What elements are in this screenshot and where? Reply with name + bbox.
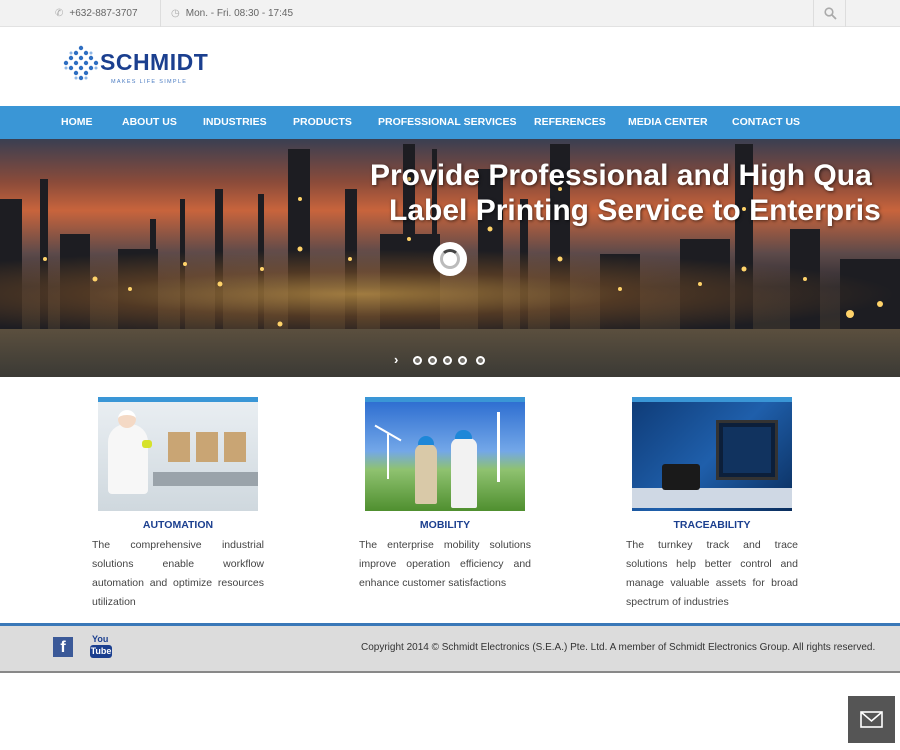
conveyor-belt xyxy=(153,472,258,486)
facebook-icon[interactable]: f xyxy=(53,637,73,657)
search-button[interactable] xyxy=(813,0,846,27)
logo-diamond-icon xyxy=(63,45,99,81)
nav-item-home[interactable]: HOME xyxy=(61,106,93,139)
phone-icon: ✆ xyxy=(55,8,64,19)
worker-glove xyxy=(142,440,152,448)
nav-item-about-us[interactable]: ABOUT US xyxy=(122,106,177,139)
wind-turbine xyxy=(387,434,389,479)
desk-phone xyxy=(662,464,700,490)
automation-image[interactable] xyxy=(98,397,258,511)
clock-icon: ◷ xyxy=(171,8,180,19)
youtube-tube-text: Tube xyxy=(90,645,112,658)
envelope-icon xyxy=(860,711,883,728)
worker-head xyxy=(118,410,136,428)
nav-item-contact-us[interactable]: CONTACT US xyxy=(732,106,800,139)
worker-figure xyxy=(108,424,148,494)
monitor-figure xyxy=(716,420,778,480)
top-info-bar: ✆ +632-887-3707 ◷ Mon. - Fri. 08:30 - 17:4… xyxy=(0,0,900,27)
site-header: SCHMIDT MAKES LIFE SIMPLE xyxy=(0,27,900,106)
feature-title[interactable]: MOBILITY xyxy=(359,519,531,531)
hard-hat xyxy=(455,430,472,439)
carton-box xyxy=(196,432,218,462)
desk-surface xyxy=(632,488,792,508)
carton-box xyxy=(224,432,246,462)
traceability-image[interactable] xyxy=(632,397,792,511)
feature-description: The turnkey track and trace solutions he… xyxy=(626,539,798,608)
youtube-icon[interactable]: You Tube xyxy=(90,634,112,660)
engineer-figure xyxy=(451,438,477,508)
copyright-text: Copyright 2014 © Schmidt Electronics (S.… xyxy=(361,642,876,653)
contact-button[interactable] xyxy=(848,696,895,743)
hero-slider[interactable]: Provide Professional and High Qua Label … xyxy=(0,139,900,377)
hero-ground xyxy=(0,329,900,377)
logo-tagline: MAKES LIFE SIMPLE xyxy=(111,79,188,85)
phone-number: +632-887-3707 xyxy=(69,8,138,19)
nav-item-references[interactable]: REFERENCES xyxy=(534,106,606,139)
hard-hat xyxy=(418,436,434,445)
nav-item-media-center[interactable]: MEDIA CENTER xyxy=(628,106,708,139)
office-hours-text: Mon. - Fri. 08:30 - 17:45 xyxy=(185,8,294,19)
logo-wordmark: SCHMIDT xyxy=(100,49,209,75)
slider-dot-1[interactable] xyxy=(413,356,422,365)
carton-box xyxy=(168,432,190,462)
nav-item-professional-services[interactable]: PROFESSIONAL SERVICES xyxy=(378,106,516,139)
site-footer: f You Tube Copyright 2014 © Schmidt Elec… xyxy=(0,623,900,673)
schmidt-logo[interactable]: SCHMIDT MAKES LIFE SIMPLE xyxy=(62,44,208,90)
feature-title[interactable]: AUTOMATION xyxy=(92,519,264,531)
wind-turbine xyxy=(497,412,500,482)
slider-next-arrow-icon[interactable]: › xyxy=(394,352,398,367)
slider-dot-4[interactable] xyxy=(458,356,467,365)
engineer-figure xyxy=(415,444,437,504)
hero-headline-line1: Provide Professional and High Qua xyxy=(370,159,872,192)
slider-dot-5[interactable] xyxy=(476,356,485,365)
search-icon xyxy=(824,7,837,20)
hero-headline-line2: Label Printing Service to Enterpris xyxy=(389,194,881,227)
feature-title[interactable]: TRACEABILITY xyxy=(626,519,798,531)
office-hours: ◷ Mon. - Fri. 08:30 - 17:45 xyxy=(160,0,293,27)
nav-item-industries[interactable]: INDUSTRIES xyxy=(203,106,267,139)
slider-dot-2[interactable] xyxy=(428,356,437,365)
nav-item-products[interactable]: PRODUCTS xyxy=(293,106,352,139)
monitor-screen xyxy=(723,427,771,473)
loading-spinner-icon xyxy=(433,242,467,276)
phone-info: ✆ +632-887-3707 xyxy=(55,0,138,27)
main-nav: HOME ABOUT US INDUSTRIES PRODUCTS PROFES… xyxy=(0,106,900,139)
slider-dot-3[interactable] xyxy=(443,356,452,365)
feature-description: The enterprise mobility solutions improv… xyxy=(359,539,531,589)
youtube-you-text: You xyxy=(92,634,109,644)
feature-description: The comprehensive industrial solutions e… xyxy=(92,539,264,608)
mobility-image[interactable] xyxy=(365,397,525,511)
